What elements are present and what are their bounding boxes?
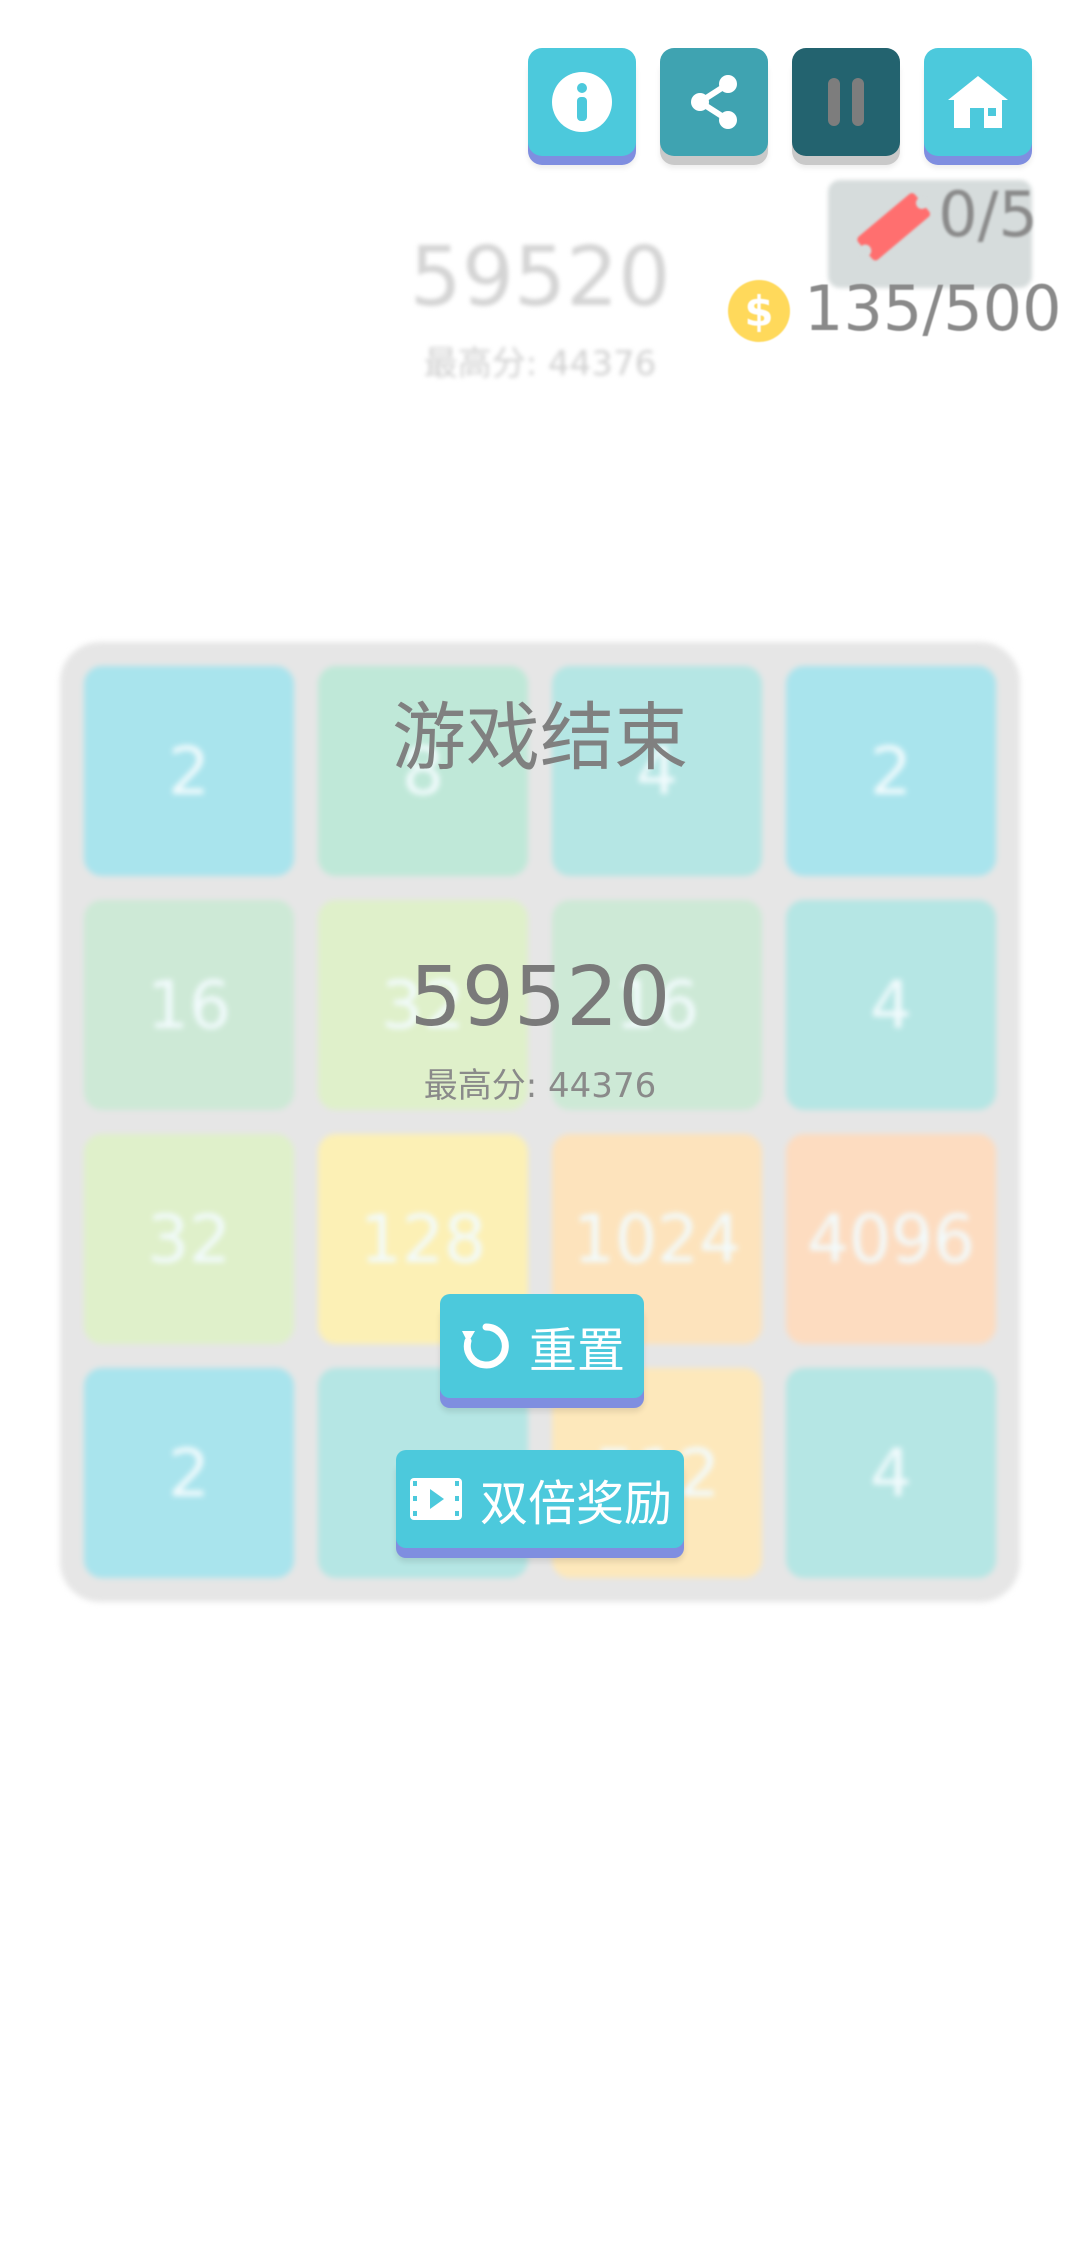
tile: 32 bbox=[84, 1134, 294, 1344]
info-button[interactable] bbox=[528, 48, 636, 156]
tile: 4 bbox=[786, 1368, 996, 1578]
pause-button[interactable] bbox=[792, 48, 900, 156]
tile: 4 bbox=[786, 900, 996, 1110]
video-icon bbox=[408, 1476, 464, 1522]
home-icon bbox=[948, 76, 1008, 128]
double-reward-button[interactable]: 双倍奖励 bbox=[396, 1450, 684, 1548]
game-over-title: 游戏结束 bbox=[392, 695, 688, 781]
double-reward-label: 双倍奖励 bbox=[479, 1476, 672, 1532]
pause-icon bbox=[828, 78, 864, 126]
tile: 2 bbox=[84, 1368, 294, 1578]
ticket-icon bbox=[857, 193, 930, 261]
best-score: 最高分: 44376 bbox=[423, 344, 657, 384]
reset-label: 重置 bbox=[528, 1323, 625, 1379]
home-button[interactable] bbox=[924, 48, 1032, 156]
ticket-count: 0/5 bbox=[938, 178, 1038, 251]
tile: 16 bbox=[84, 900, 294, 1110]
coin-count: 135/500 bbox=[804, 272, 1062, 345]
reset-button[interactable]: 重置 bbox=[440, 1294, 644, 1398]
final-best-score: 最高分: 44376 bbox=[423, 1066, 657, 1106]
info-icon bbox=[552, 72, 612, 132]
current-score: 59520 bbox=[409, 230, 671, 325]
tile: 4096 bbox=[786, 1134, 996, 1344]
share-icon bbox=[691, 75, 737, 129]
refresh-icon bbox=[459, 1319, 513, 1373]
share-button[interactable] bbox=[660, 48, 768, 156]
final-score: 59520 bbox=[409, 950, 671, 1045]
